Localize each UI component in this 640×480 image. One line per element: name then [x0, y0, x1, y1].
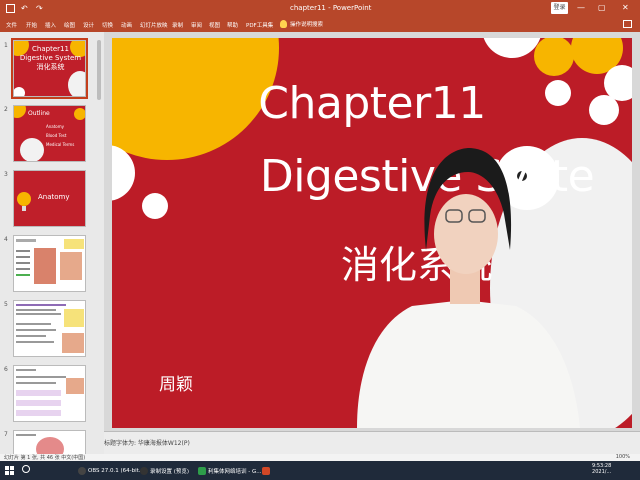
restore-button[interactable]: ▢ — [598, 3, 606, 13]
taskbar-item-obs[interactable]: OBS 27.0.1 (64-bit... — [78, 464, 144, 477]
slide-thumbnail-2[interactable]: Outline Anatomy Blood Test Medical Terms — [13, 105, 86, 162]
tab-home[interactable]: 开始 — [26, 21, 37, 29]
powerpoint-window: chapter11 - PowerPoint 登录 — ▢ ✕ 文件 开始 插入… — [0, 0, 640, 480]
thumb2-item: Medical Terms — [46, 142, 75, 147]
scrollbar-thumb[interactable] — [97, 40, 101, 100]
tab-view[interactable]: 视图 — [209, 21, 220, 29]
status-bar: 幻灯片 第 1 张, 共 46 张 中文(中国) 100% — [0, 454, 640, 461]
ribbon-tabs: 文件 开始 插入 绘图 设计 切换 动画 幻灯片放映 录制 审阅 视图 帮助 P… — [0, 17, 640, 32]
app-icon — [140, 466, 148, 475]
search-icon[interactable] — [22, 465, 30, 473]
taskbar-item-preview[interactable]: 录制设置 (预览) — [140, 464, 189, 477]
tab-review[interactable]: 审阅 — [191, 21, 202, 29]
minimize-button[interactable]: — — [577, 3, 585, 13]
browser-icon — [198, 466, 206, 475]
taskbar-item-powerpoint[interactable] — [262, 464, 270, 477]
thumb1-line1: Chapter11 — [32, 45, 69, 53]
tab-slideshow[interactable]: 幻灯片放映 — [140, 21, 168, 29]
thumbnail-number: 4 — [4, 236, 8, 243]
slide-thumbnail-art — [16, 239, 84, 284]
thumb2-item: Anatomy — [46, 124, 65, 129]
title-bar: chapter11 - PowerPoint 登录 — ▢ ✕ — [0, 0, 640, 17]
slide-thumbnail-5[interactable] — [13, 300, 86, 357]
slide-thumbnail-7[interactable] — [13, 430, 86, 454]
windows-start-icon[interactable] — [5, 466, 14, 475]
thumbnail-number: 2 — [4, 106, 8, 113]
close-button[interactable]: ✕ — [622, 3, 629, 13]
save-icon[interactable] — [6, 4, 15, 13]
slide-thumbnail-art — [16, 369, 84, 416]
login-button[interactable]: 登录 — [551, 2, 568, 14]
notes-pane[interactable]: 标题字体为: 华康海报体W12(P) — [104, 432, 640, 454]
tab-pdf-tools[interactable]: PDF工具集 — [246, 21, 273, 29]
tell-me-label: 操作说明搜索 — [290, 22, 324, 28]
document-title: chapter11 - PowerPoint — [290, 4, 372, 12]
presenter-figure — [357, 148, 580, 428]
slide-thumbnail-4[interactable] — [13, 235, 86, 292]
slide-thumbnail-1[interactable]: Chapter11 Digestive System 消化系统 — [11, 38, 88, 99]
slide-thumbnail-art — [16, 304, 84, 353]
current-slide[interactable]: Chapter11 Digestive Syste 消化系统 周颖 — [112, 38, 632, 428]
obs-icon — [78, 466, 86, 475]
tab-help[interactable]: 帮助 — [227, 21, 238, 29]
status-slide-info: 幻灯片 第 1 张, 共 46 张 中文(中国) — [4, 455, 86, 461]
tab-animations[interactable]: 动画 — [121, 21, 132, 29]
taskbar-item-label: 利集体网络培训 - G... — [208, 468, 262, 475]
thumb1-line2: Digestive System — [19, 54, 82, 62]
thumb3-title: Anatomy — [38, 193, 70, 201]
slide-thumbnail-art — [16, 434, 64, 454]
lightbulb-icon — [280, 20, 287, 28]
windows-taskbar: OBS 27.0.1 (64-bit... 录制设置 (预览) 利集体网络培训 … — [0, 461, 640, 480]
tab-record[interactable]: 录制 — [172, 21, 183, 29]
thumbnail-number: 7 — [4, 431, 8, 438]
thumbnail-number: 6 — [4, 366, 8, 373]
thumb2-item: Blood Test — [46, 133, 67, 138]
slide-editor: Chapter11 Digestive Syste 消化系统 周颖 标题字体为:… — [104, 32, 640, 454]
tab-design[interactable]: 设计 — [83, 21, 94, 29]
slide-thumbnail-3[interactable]: Anatomy — [13, 170, 86, 227]
notes-text: 标题字体为: 华康海报体W12(P) — [104, 440, 190, 447]
tab-transitions[interactable]: 切换 — [102, 21, 113, 29]
quick-access-toolbar — [6, 4, 45, 13]
undo-icon[interactable] — [21, 4, 30, 13]
taskbar-clock[interactable]: 9:53:28 2021/... — [592, 463, 611, 475]
thumbnail-number: 5 — [4, 301, 8, 308]
taskbar-item-label: OBS 27.0.1 (64-bit... — [88, 467, 145, 474]
thumbnail-number: 1 — [4, 42, 8, 49]
tab-insert[interactable]: 插入 — [45, 21, 56, 29]
redo-icon[interactable] — [36, 4, 45, 13]
zoom-level[interactable]: 100% — [616, 454, 630, 460]
thumbnails-scrollbar[interactable] — [95, 32, 103, 454]
tab-draw[interactable]: 绘图 — [64, 21, 75, 29]
slide-thumbnail-6[interactable] — [13, 365, 86, 422]
thumb2-title: Outline — [28, 110, 50, 117]
thumbnail-number: 3 — [4, 171, 8, 178]
clock-date: 2021/... — [592, 469, 612, 475]
tell-me-search[interactable]: 操作说明搜索 — [280, 20, 323, 28]
share-icon[interactable] — [623, 20, 632, 28]
taskbar-item-browser[interactable]: 利集体网络培训 - G... — [198, 464, 262, 477]
thumb1-line3: 消化系统 — [36, 63, 65, 71]
tab-file[interactable]: 文件 — [6, 21, 17, 29]
taskbar-item-label: 录制设置 (预览) — [150, 468, 190, 475]
powerpoint-icon — [262, 466, 270, 475]
slide-thumbnails-pane: 1 Chapter11 Digestive System 消化系统 2 Outl… — [0, 32, 104, 454]
